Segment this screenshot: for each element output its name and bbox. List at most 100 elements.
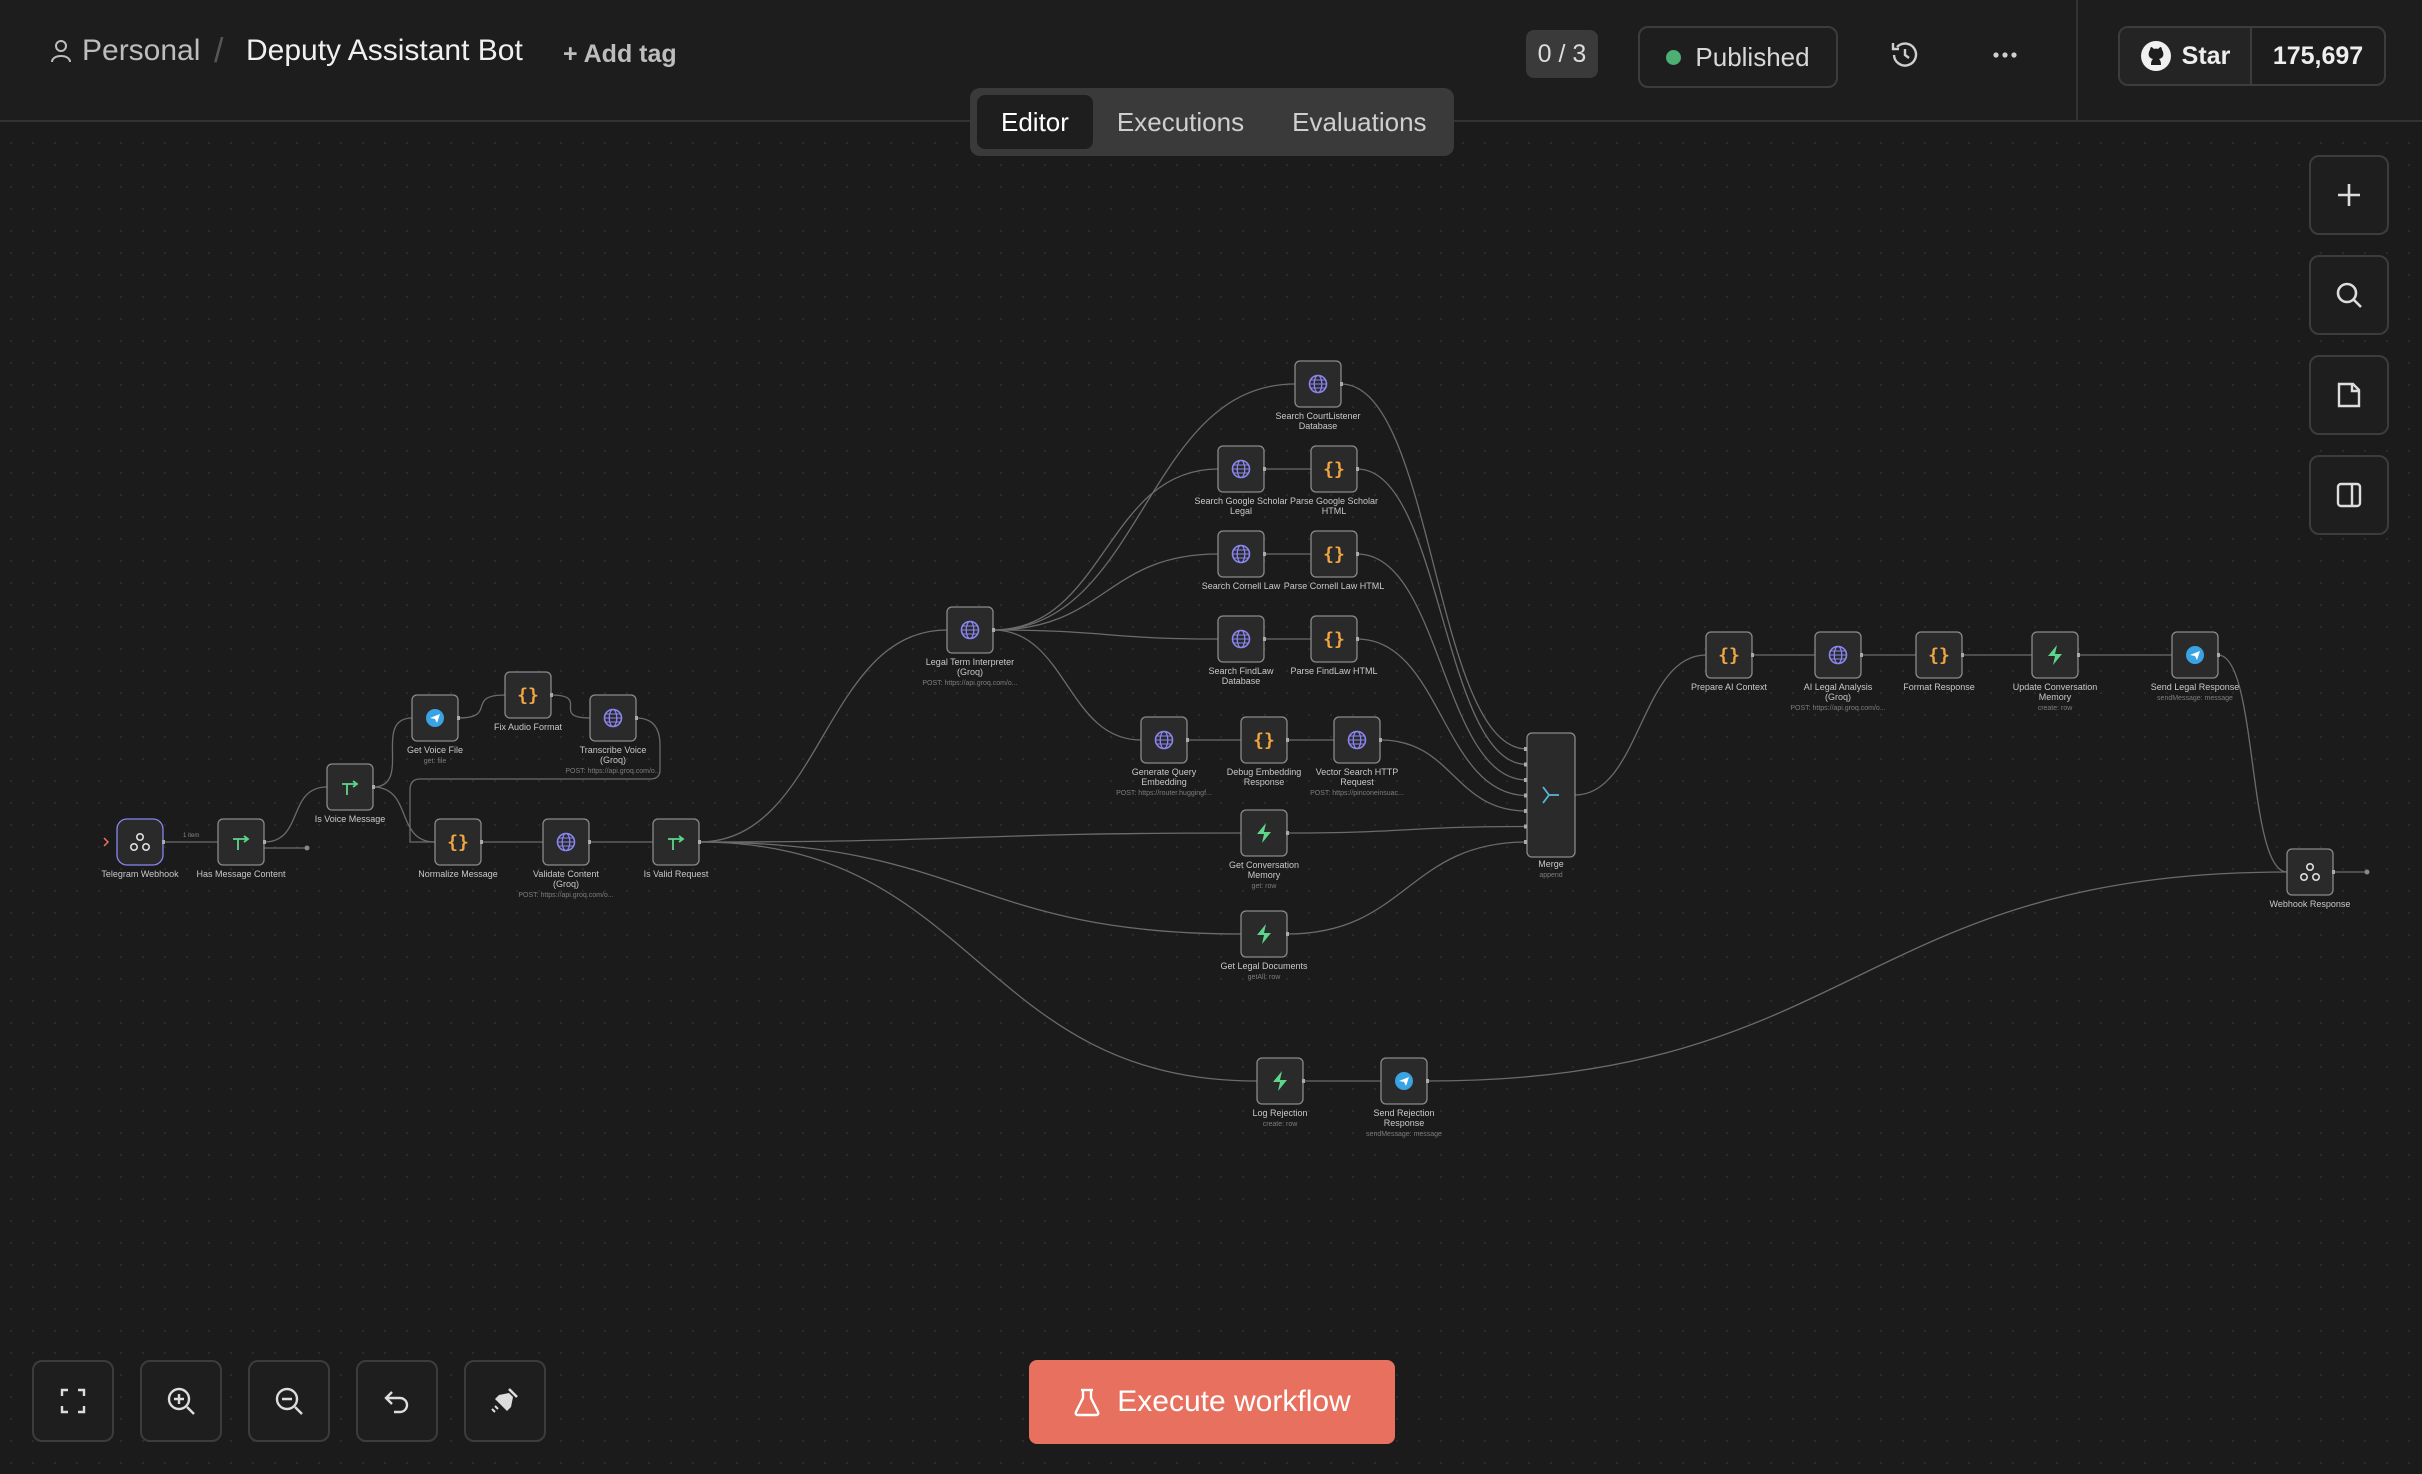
node-subtitle: sendMessage: message [2157, 695, 2233, 702]
node-get-legal-documents[interactable]: Get Legal Documents getAll: row [1220, 910, 1308, 981]
add-node-button[interactable] [2309, 155, 2389, 235]
connection-line [1426, 871, 2288, 1082]
code-icon: {} [1253, 730, 1275, 751]
node-label: Memory [2039, 692, 2072, 702]
node-label: Legal Term Interpreter [926, 657, 1014, 667]
node-label: Parse Google Scholar [1290, 496, 1378, 506]
node-has-message-content[interactable]: Has Message Content [196, 818, 286, 879]
node-subtitle: POST: https://api.groq.com/o... [922, 680, 1017, 687]
workflow-canvas[interactable]: 1 item Telegram Webhook Has Message Conte… [0, 0, 2422, 1474]
node-update-conversation-memory[interactable]: Update ConversationMemory create: row [2013, 631, 2098, 712]
code-icon: {} [1323, 459, 1345, 480]
node-label: Telegram Webhook [101, 869, 179, 879]
node-label: Search Cornell Law [1202, 581, 1281, 591]
node-label: Log Rejection [1252, 1108, 1307, 1118]
connection-line [698, 841, 1242, 935]
node-validate-content[interactable]: Validate Content(Groq) POST: https://api.… [518, 818, 614, 899]
code-icon: {} [517, 685, 539, 706]
node-subtitle: POST: https://router.huggingf... [1116, 790, 1212, 797]
execute-workflow-button[interactable]: Execute workflow [1029, 1360, 1395, 1444]
node-label: Is Voice Message [315, 814, 386, 824]
node-ai-legal-analysis[interactable]: AI Legal Analysis(Groq) POST: https://api… [1790, 631, 1886, 712]
node-legal-term-interpreter[interactable]: Legal Term Interpreter(Groq) POST: https:… [922, 606, 1018, 687]
node-subtitle: POST: https://pinconeinsuac... [1310, 790, 1404, 797]
node-label: Validate Content [533, 869, 599, 879]
node-parse-cornell-law[interactable]: {} Parse Cornell Law HTML [1284, 530, 1385, 591]
node-vector-search[interactable]: Vector Search HTTPRequest POST: https://p… [1310, 716, 1404, 797]
node-search-findlaw[interactable]: Search FindLawDatabase [1208, 615, 1274, 686]
node-label: Vector Search HTTP [1316, 767, 1399, 777]
node-search-google-scholar[interactable]: Search Google ScholarLegal [1194, 445, 1288, 516]
node-subtitle: POST: https://api.groq.com/o... [1790, 705, 1885, 712]
node-label: Generate Query [1132, 767, 1197, 777]
node-is-valid-request[interactable]: Is Valid Request [644, 818, 709, 879]
connection-line [1379, 739, 1528, 812]
zoom-out-button[interactable] [248, 1360, 330, 1442]
node-webhook-response[interactable]: Webhook Response [2270, 848, 2351, 909]
node-subtitle: POST: https://api.groq.com/o... [565, 768, 660, 775]
node-telegram-webhook[interactable]: Telegram Webhook [101, 818, 179, 879]
node-get-conversation-memory[interactable]: Get ConversationMemory get: row [1229, 809, 1299, 890]
node-label: Get Legal Documents [1220, 961, 1308, 971]
connection-line [1286, 841, 1528, 935]
fit-view-button[interactable] [32, 1360, 114, 1442]
node-log-rejection[interactable]: Log Rejection create: row [1252, 1057, 1308, 1128]
node-fix-audio-format[interactable]: {} Fix Audio Format [494, 671, 563, 732]
node-subtitle: create: row [1263, 1121, 1299, 1128]
svg-text:{}: {} [1323, 544, 1345, 565]
execute-workflow-label: Execute workflow [1117, 1385, 1351, 1418]
node-label: HTML [1322, 506, 1347, 516]
node-label: Database [1299, 421, 1338, 431]
node-label: (Groq) [553, 879, 579, 889]
node-normalize-message[interactable]: {} Normalize Message [418, 818, 498, 879]
connection-line [1286, 825, 1528, 834]
node-label: Legal [1230, 506, 1252, 516]
node-label: Has Message Content [196, 869, 286, 879]
edge-item-count: 1 item [183, 833, 199, 839]
node-label: Normalize Message [418, 869, 498, 879]
connection-line [1340, 383, 1528, 750]
node-label: Update Conversation [2013, 682, 2098, 692]
node-label: Request [1340, 777, 1374, 787]
search-nodes-button[interactable] [2309, 255, 2389, 335]
sticky-note-button[interactable] [2309, 355, 2389, 435]
node-subtitle: create: row [2038, 705, 2074, 712]
svg-text:{}: {} [517, 685, 539, 706]
toggle-panel-button[interactable] [2309, 455, 2389, 535]
fullscreen-icon [60, 1388, 86, 1414]
broom-icon [491, 1388, 518, 1413]
node-send-rejection-response[interactable]: Send RejectionResponse sendMessage: messa… [1366, 1057, 1442, 1138]
node-parse-google-scholar[interactable]: {} Parse Google ScholarHTML [1290, 445, 1378, 516]
node-search-cornell-law[interactable]: Search Cornell Law [1202, 530, 1281, 591]
branch-end-dot [304, 845, 310, 851]
node-debug-embedding[interactable]: {} Debug EmbeddingResponse [1227, 716, 1302, 787]
node-label: Parse Cornell Law HTML [1284, 581, 1385, 591]
code-icon: {} [1323, 544, 1345, 565]
trigger-marker-icon [103, 837, 110, 847]
node-parse-findlaw[interactable]: {} Parse FindLaw HTML [1290, 615, 1378, 676]
node-label: Merge [1538, 859, 1564, 869]
zoom-in-icon [167, 1387, 195, 1415]
node-search-courtlistener[interactable]: Search CourtListenerDatabase [1275, 360, 1361, 431]
undo-button[interactable] [356, 1360, 438, 1442]
node-subtitle: get: row [1252, 883, 1278, 890]
node-merge[interactable]: Merge append [1524, 732, 1576, 879]
search-icon [2336, 282, 2362, 308]
node-label: Search CourtListener [1275, 411, 1360, 421]
node-get-voice-file[interactable]: Get Voice File get: file [407, 694, 463, 765]
node-transcribe-voice[interactable]: Transcribe Voice(Groq) POST: https://api.… [565, 694, 661, 775]
node-format-response[interactable]: {} Format Response [1903, 631, 1975, 692]
connection-line [992, 629, 1219, 640]
node-label: Transcribe Voice [580, 745, 647, 755]
node-label: Search FindLaw [1208, 666, 1274, 676]
telegram-icon [1395, 1072, 1413, 1090]
node-generate-query-embedding[interactable]: Generate QueryEmbedding POST: https://rou… [1116, 716, 1212, 797]
svg-text:{}: {} [1928, 645, 1950, 666]
tidy-up-button[interactable] [464, 1360, 546, 1442]
node-prepare-ai-context[interactable]: {} Prepare AI Context [1691, 631, 1768, 692]
node-label: Prepare AI Context [1691, 682, 1768, 692]
node-send-legal-response[interactable]: Send Legal Response sendMessage: message [2151, 631, 2240, 702]
zoom-in-button[interactable] [140, 1360, 222, 1442]
node-label: (Groq) [1825, 692, 1851, 702]
node-is-voice-message[interactable]: Is Voice Message [315, 763, 386, 824]
